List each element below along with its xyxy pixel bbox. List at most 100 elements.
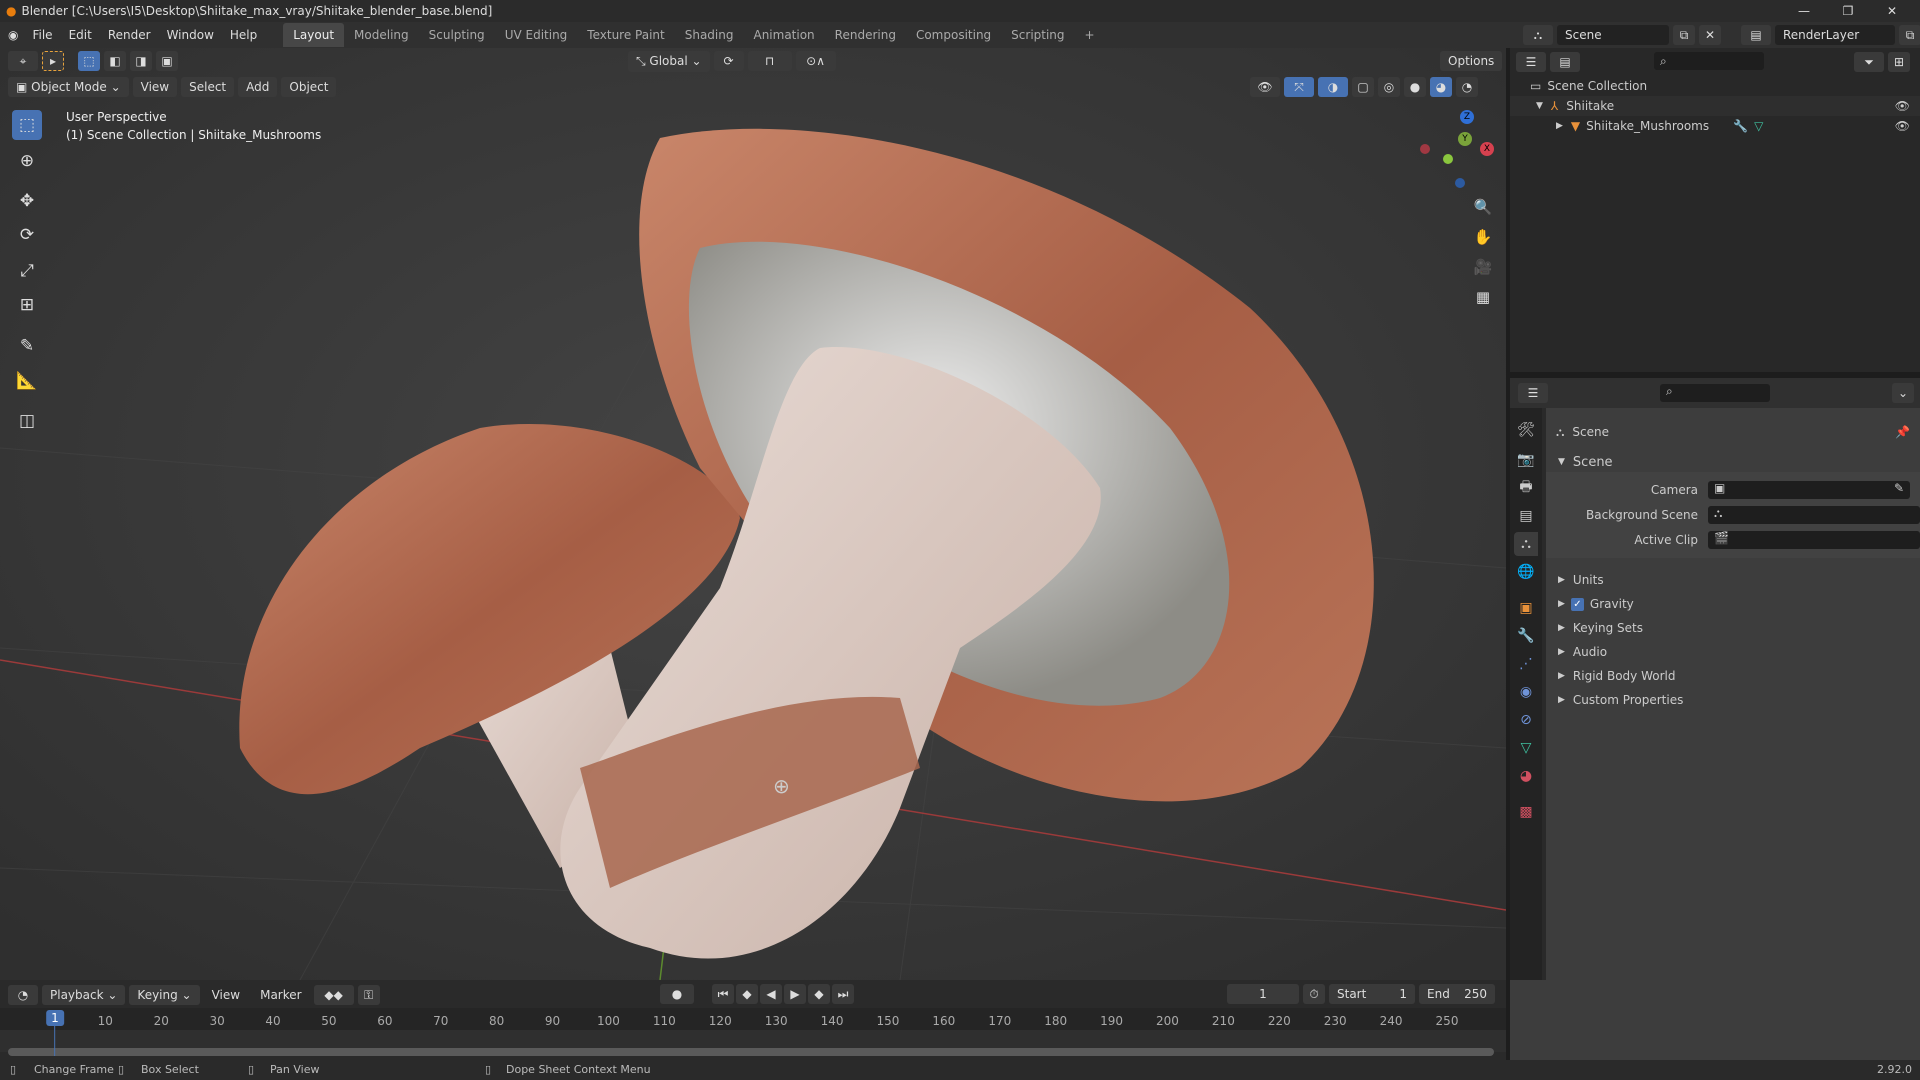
navigation-gizmo[interactable]: Z Y X bbox=[1410, 110, 1500, 190]
cursor-tool-icon[interactable]: ⊕ bbox=[12, 146, 42, 176]
tab-layout[interactable]: Layout bbox=[283, 23, 345, 47]
camera-view-icon[interactable]: 🎥 bbox=[1468, 252, 1498, 282]
material-tab-icon[interactable]: ◕ bbox=[1514, 764, 1538, 788]
annotate-tool-icon[interactable]: ✎ bbox=[12, 331, 42, 361]
render-tab-icon[interactable]: 📷 bbox=[1514, 448, 1538, 472]
expand-arrow-icon[interactable]: ▶ bbox=[1558, 623, 1565, 633]
menu-object[interactable]: Object bbox=[281, 77, 337, 97]
auto-keying-icon[interactable]: ● bbox=[660, 984, 694, 1004]
new-collection-icon[interactable]: ⊞ bbox=[1888, 52, 1910, 72]
new-scene-icon[interactable]: ⧉ bbox=[1673, 25, 1695, 45]
select-mode-extend-icon[interactable]: ◧ bbox=[104, 51, 126, 71]
rotate-tool-icon[interactable]: ⟳ bbox=[12, 220, 42, 250]
scene-tab-icon[interactable]: ⛬ bbox=[1514, 532, 1538, 556]
modifier-tab-icon[interactable]: 🔧 bbox=[1514, 624, 1538, 648]
move-tool-icon[interactable]: ✥ bbox=[12, 186, 42, 216]
menu-file[interactable]: File bbox=[24, 28, 60, 42]
playback-dropdown[interactable]: Playback ⌄ bbox=[42, 985, 126, 1005]
tab-shading[interactable]: Shading bbox=[675, 23, 744, 47]
select-mode-intersect-icon[interactable]: ▣ bbox=[156, 51, 178, 71]
delete-scene-icon[interactable]: ✕ bbox=[1699, 25, 1721, 45]
texture-tab-icon[interactable]: ▩ bbox=[1514, 800, 1538, 824]
properties-options-icon[interactable]: ⌄ bbox=[1892, 383, 1914, 403]
expand-arrow-icon[interactable]: ▶ bbox=[1556, 121, 1563, 131]
insert-keyframe-icon[interactable]: ⚿ bbox=[357, 985, 380, 1005]
menu-edit[interactable]: Edit bbox=[61, 28, 100, 42]
gravity-checkbox[interactable]: ✓ bbox=[1570, 597, 1584, 611]
select-mode-subtract-icon[interactable]: ◨ bbox=[130, 51, 152, 71]
subpanel-rigid-body-world[interactable]: ▶ Rigid Body World bbox=[1546, 666, 1920, 686]
gizmo-x[interactable]: X bbox=[1480, 142, 1494, 156]
menu-render[interactable]: Render bbox=[100, 28, 159, 42]
keying-dropdown[interactable]: Keying ⌄ bbox=[129, 985, 200, 1005]
subpanel-custom-properties[interactable]: ▶ Custom Properties bbox=[1546, 690, 1920, 710]
expand-arrow-icon[interactable]: ▶ bbox=[1558, 575, 1565, 585]
stopwatch-icon[interactable]: ⏱ bbox=[1303, 984, 1325, 1004]
transform-tool-icon[interactable]: ⊞ bbox=[12, 290, 42, 320]
timeline-editor-type-icon[interactable]: ◔ bbox=[8, 985, 38, 1005]
properties-search-input[interactable]: ⌕ bbox=[1660, 384, 1770, 402]
properties-editor-type-icon[interactable]: ☰ bbox=[1518, 383, 1548, 403]
select-box-tool-icon[interactable]: ⬚ bbox=[12, 110, 42, 140]
camera-field[interactable]: ▣ ✎ bbox=[1708, 481, 1910, 499]
zoom-view-icon[interactable]: 🔍 bbox=[1468, 192, 1498, 222]
material-shading-icon[interactable]: ◕ bbox=[1430, 77, 1452, 97]
expand-arrow-icon[interactable]: ▶ bbox=[1558, 671, 1565, 681]
perspective-toggle-icon[interactable]: ▦ bbox=[1468, 282, 1498, 312]
visibility-eye-icon[interactable]: 👁 bbox=[1895, 119, 1910, 133]
view-layer-tab-icon[interactable]: ▤ bbox=[1514, 504, 1538, 528]
gizmo-neg-x[interactable] bbox=[1420, 144, 1430, 154]
end-frame-field[interactable]: End 250 bbox=[1419, 984, 1495, 1004]
menu-help[interactable]: Help bbox=[222, 28, 265, 42]
scale-tool-icon[interactable]: ⤢ bbox=[12, 256, 42, 286]
play-icon[interactable]: ▶ bbox=[784, 984, 806, 1004]
select-tool-icon[interactable]: ▸ bbox=[42, 51, 64, 71]
subpanel-audio[interactable]: ▶ Audio bbox=[1546, 642, 1920, 662]
add-cube-tool-icon[interactable]: ◫ bbox=[12, 406, 42, 436]
background-scene-field[interactable]: ⛬ bbox=[1708, 506, 1920, 524]
tab-rendering[interactable]: Rendering bbox=[825, 23, 906, 47]
play-reverse-icon[interactable]: ◀ bbox=[760, 984, 782, 1004]
menu-select[interactable]: Select bbox=[181, 77, 235, 97]
gizmo-toggle-icon[interactable]: ⤧ bbox=[1284, 77, 1314, 97]
object-tab-icon[interactable]: ▣ bbox=[1514, 596, 1538, 620]
tab-uv-editing[interactable]: UV Editing bbox=[495, 23, 578, 47]
outliner-row-shiitake-mushrooms[interactable]: ▶ ▼ Shiitake_Mushrooms 🔧 ▽ 👁 bbox=[1510, 116, 1920, 136]
jump-end-icon[interactable]: ⏭ bbox=[832, 984, 854, 1004]
solid-shading-icon[interactable]: ● bbox=[1404, 77, 1426, 97]
pan-view-icon[interactable]: ✋ bbox=[1468, 222, 1498, 252]
output-tab-icon[interactable]: 🖶 bbox=[1514, 476, 1538, 500]
timeline-menu-marker[interactable]: Marker bbox=[252, 988, 309, 1002]
mesh-data-icon[interactable]: ▽ bbox=[1754, 119, 1763, 133]
blender-menu-icon[interactable]: ◉ bbox=[8, 28, 18, 42]
expand-arrow-icon[interactable]: ▶ bbox=[1558, 695, 1565, 705]
subpanel-gravity[interactable]: ▶ ✓ Gravity bbox=[1546, 594, 1920, 614]
timeline-scrollbar[interactable] bbox=[8, 1048, 1494, 1056]
tab-modeling[interactable]: Modeling bbox=[344, 23, 419, 47]
new-view-layer-icon[interactable]: ⧉ bbox=[1899, 25, 1920, 45]
menu-view[interactable]: View bbox=[132, 77, 178, 97]
panel-scene-header[interactable]: ▼ Scene bbox=[1546, 452, 1920, 472]
rendered-shading-icon[interactable]: ◔ bbox=[1456, 77, 1478, 97]
current-frame-field[interactable]: 1 bbox=[1227, 984, 1299, 1004]
display-mode-icon[interactable]: ▤ bbox=[1550, 52, 1580, 72]
view-layer-icon[interactable]: ▤ bbox=[1741, 25, 1771, 45]
gizmo-neg-z[interactable] bbox=[1455, 178, 1465, 188]
next-keyframe-icon[interactable]: ◆ bbox=[808, 984, 830, 1004]
playhead[interactable]: 1 bbox=[46, 1010, 64, 1056]
maximize-button[interactable]: ❐ bbox=[1826, 0, 1870, 22]
modifier-wrench-icon[interactable]: 🔧 bbox=[1733, 119, 1748, 133]
expand-arrow-icon[interactable]: ▶ bbox=[1558, 647, 1565, 657]
visibility-eye-icon[interactable]: 👁 bbox=[1895, 99, 1910, 113]
outliner-row-shiitake[interactable]: ▼ ⅄ Shiitake 👁 bbox=[1510, 96, 1920, 116]
expand-arrow-icon[interactable]: ▶ bbox=[1558, 599, 1565, 609]
transform-orientation-dropdown[interactable]: ⤡ Global ⌄ bbox=[628, 51, 710, 72]
tab-scripting[interactable]: Scripting bbox=[1001, 23, 1074, 47]
start-frame-field[interactable]: Start 1 bbox=[1329, 984, 1415, 1004]
active-clip-field[interactable]: 🎬 bbox=[1708, 531, 1920, 549]
expand-arrow-icon[interactable]: ▼ bbox=[1536, 101, 1543, 111]
data-tab-icon[interactable]: ▽ bbox=[1514, 736, 1538, 760]
tab-sculpting[interactable]: Sculpting bbox=[419, 23, 495, 47]
pin-icon[interactable]: 📌 bbox=[1895, 425, 1910, 439]
outliner-editor-type-icon[interactable]: ☰ bbox=[1516, 52, 1546, 72]
